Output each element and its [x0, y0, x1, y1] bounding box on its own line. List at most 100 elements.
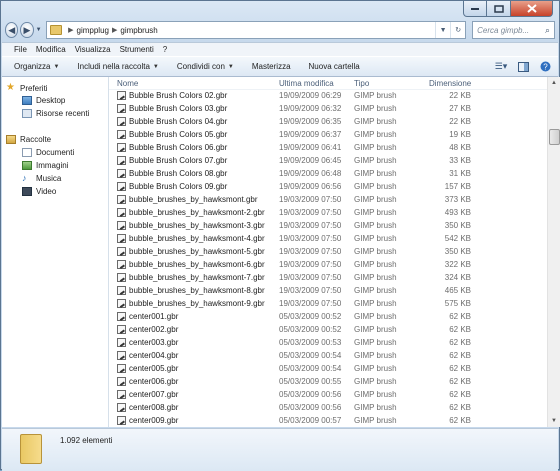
- file-row[interactable]: Bubble Brush Colors 05.gbr 19/09/2009 06:…: [109, 129, 547, 142]
- gbr-file-icon: [117, 377, 126, 386]
- file-row[interactable]: center005.gbr 05/03/2009 00:54 GIMP brush 6…: [109, 363, 547, 376]
- folder-icon: [20, 434, 42, 464]
- file-size: 62 KB: [449, 377, 471, 386]
- file-row[interactable]: Bubble Brush Colors 06.gbr 19/09/2009 06:…: [109, 142, 547, 155]
- breadcrumb-chevron-icon[interactable]: ▶: [112, 26, 117, 34]
- file-row[interactable]: bubble_brushes_by_hawksmont-5.gbr 19/03/2…: [109, 246, 547, 259]
- file-row[interactable]: center004.gbr 05/03/2009 00:54 GIMP brush 6…: [109, 350, 547, 363]
- nav-documents[interactable]: Documenti: [22, 148, 74, 157]
- dropdown-arrow-icon: ▼: [53, 63, 60, 70]
- breadcrumb-gimpbrush[interactable]: gimpbrush: [120, 26, 157, 35]
- file-row[interactable]: bubble_brushes_by_hawksmont-9.gbr 19/03/2…: [109, 298, 547, 311]
- nav-music[interactable]: ♪ Musica: [22, 174, 61, 184]
- gbr-file-icon: [117, 221, 126, 230]
- nav-favorites[interactable]: ★ Preferiti: [6, 83, 48, 93]
- include-in-library-button[interactable]: Includi nella raccolta ▼: [77, 62, 158, 71]
- dropdown-arrow-icon: ▼: [152, 63, 159, 70]
- nav-images[interactable]: Immagini: [22, 161, 68, 170]
- view-options-button[interactable]: ☰▾: [494, 61, 508, 73]
- column-header-name[interactable]: Nome: [117, 79, 138, 88]
- file-name: Bubble Brush Colors 07.gbr: [129, 156, 228, 165]
- file-name: bubble_brushes_by_hawksmont-3.gbr: [129, 221, 265, 230]
- help-button[interactable]: ?: [538, 61, 552, 73]
- nav-libraries[interactable]: Raccolte: [6, 135, 51, 144]
- nav-recent-label: Risorse recenti: [36, 109, 90, 118]
- file-type: GIMP brush: [354, 338, 397, 347]
- gbr-file-icon: [117, 364, 126, 373]
- share-label: Condividi con: [176, 62, 225, 71]
- new-folder-button[interactable]: Nuova cartella: [309, 62, 360, 71]
- file-row[interactable]: bubble_brushes_by_hawksmont-4.gbr 19/03/2…: [109, 233, 547, 246]
- nav-desktop-label: Desktop: [36, 96, 66, 105]
- address-dropdown-button[interactable]: ▼: [435, 22, 450, 38]
- file-name: Bubble Brush Colors 09.gbr: [129, 182, 228, 191]
- breadcrumb-gimpplug[interactable]: gimpplug: [77, 26, 109, 35]
- nav-desktop[interactable]: Desktop: [22, 96, 65, 105]
- gbr-file-icon: [117, 234, 126, 243]
- file-row[interactable]: center003.gbr 05/03/2009 00:53 GIMP brush 6…: [109, 337, 547, 350]
- file-row[interactable]: center001.gbr 05/03/2009 00:52 GIMP brush 6…: [109, 311, 547, 324]
- back-arrow-icon: ◀: [8, 24, 16, 35]
- chevron-down-icon: ▼: [439, 26, 447, 34]
- vertical-scrollbar[interactable]: ▲ ▼: [547, 77, 560, 427]
- organize-button[interactable]: Organizza ▼: [14, 62, 59, 71]
- file-row[interactable]: Bubble Brush Colors 07.gbr 19/09/2009 06:…: [109, 155, 547, 168]
- scroll-up-button[interactable]: ▲: [548, 77, 560, 89]
- refresh-button[interactable]: ↻: [450, 22, 465, 38]
- forward-button[interactable]: ▶: [20, 22, 34, 38]
- file-name: bubble_brushes_by_hawksmont.gbr: [129, 195, 258, 204]
- close-button[interactable]: [511, 1, 553, 17]
- menu-file[interactable]: File: [14, 45, 27, 54]
- menu-view[interactable]: Visualizza: [75, 45, 111, 54]
- file-row[interactable]: Bubble Brush Colors 09.gbr 19/09/2009 06:…: [109, 181, 547, 194]
- file-row[interactable]: Bubble Brush Colors 04.gbr 19/09/2009 06:…: [109, 116, 547, 129]
- file-row[interactable]: Bubble Brush Colors 02.gbr 19/09/2009 06:…: [109, 90, 547, 103]
- column-header-modified[interactable]: Ultima modifica: [279, 79, 334, 88]
- file-row[interactable]: center006.gbr 05/03/2009 00:55 GIMP brush 6…: [109, 376, 547, 389]
- nav-recent-places[interactable]: Risorse recenti: [22, 109, 89, 118]
- file-row[interactable]: bubble_brushes_by_hawksmont-6.gbr 19/03/2…: [109, 259, 547, 272]
- file-name: Bubble Brush Colors 02.gbr: [129, 91, 228, 100]
- gbr-file-icon: [117, 416, 126, 425]
- search-placeholder: Cerca gimpb...: [477, 25, 530, 35]
- file-modified: 19/09/2009 06:37: [279, 130, 342, 139]
- nav-video[interactable]: Video: [22, 187, 56, 196]
- nav-images-label: Immagini: [36, 161, 69, 170]
- file-row[interactable]: center009.gbr 05/03/2009 00:57 GIMP brush 6…: [109, 415, 547, 427]
- column-header-type[interactable]: Tipo: [354, 79, 369, 88]
- file-row[interactable]: bubble_brushes_by_hawksmont-2.gbr 19/03/2…: [109, 207, 547, 220]
- address-bar[interactable]: ▶ gimpplug ▶ gimpbrush ▼ ↻: [46, 21, 467, 39]
- file-row[interactable]: bubble_brushes_by_hawksmont-3.gbr 19/03/2…: [109, 220, 547, 233]
- share-with-button[interactable]: Condividi con ▼: [177, 62, 234, 71]
- file-modified: 19/03/2009 07:50: [279, 260, 342, 269]
- file-row[interactable]: bubble_brushes_by_hawksmont.gbr 19/03/200…: [109, 194, 547, 207]
- file-size: 62 KB: [449, 390, 471, 399]
- arrow-up-icon: ▲: [551, 80, 557, 86]
- file-row[interactable]: bubble_brushes_by_hawksmont-8.gbr 19/03/2…: [109, 285, 547, 298]
- menu-edit[interactable]: Modifica: [36, 45, 66, 54]
- item-count: 1.092 elementi: [60, 436, 113, 445]
- preview-pane-button[interactable]: [516, 61, 530, 73]
- nav-video-label: Video: [36, 187, 57, 196]
- breadcrumb-chevron-icon[interactable]: ▶: [68, 26, 73, 34]
- burn-button[interactable]: Masterizza: [252, 62, 291, 71]
- file-name: center002.gbr: [129, 325, 179, 334]
- menu-tools[interactable]: Strumenti: [120, 45, 154, 54]
- maximize-button[interactable]: [487, 1, 511, 17]
- file-row[interactable]: Bubble Brush Colors 03.gbr 19/09/2009 06:…: [109, 103, 547, 116]
- scrollbar-thumb[interactable]: [549, 129, 560, 145]
- minimize-button[interactable]: [463, 1, 487, 17]
- file-row[interactable]: center008.gbr 05/03/2009 00:56 GIMP brush 6…: [109, 402, 547, 415]
- file-row[interactable]: bubble_brushes_by_hawksmont-7.gbr 19/03/2…: [109, 272, 547, 285]
- file-row[interactable]: center002.gbr 05/03/2009 00:52 GIMP brush 6…: [109, 324, 547, 337]
- file-row[interactable]: center007.gbr 05/03/2009 00:56 GIMP brush 6…: [109, 389, 547, 402]
- recent-pages-dropdown[interactable]: ▼: [36, 27, 42, 33]
- back-button[interactable]: ◀: [5, 22, 19, 38]
- search-input[interactable]: Cerca gimpb... ⌕: [472, 21, 555, 39]
- column-header-size[interactable]: Dimensione: [429, 79, 471, 88]
- explorer-window: ◀ ▶ ▼ ▶ gimpplug ▶ gimpbrush ▼ ↻ Cerca g…: [0, 0, 560, 471]
- file-row[interactable]: Bubble Brush Colors 08.gbr 19/09/2009 06:…: [109, 168, 547, 181]
- scroll-down-button[interactable]: ▼: [548, 415, 560, 427]
- file-size: 324 KB: [444, 273, 471, 282]
- menu-help[interactable]: ?: [163, 45, 167, 54]
